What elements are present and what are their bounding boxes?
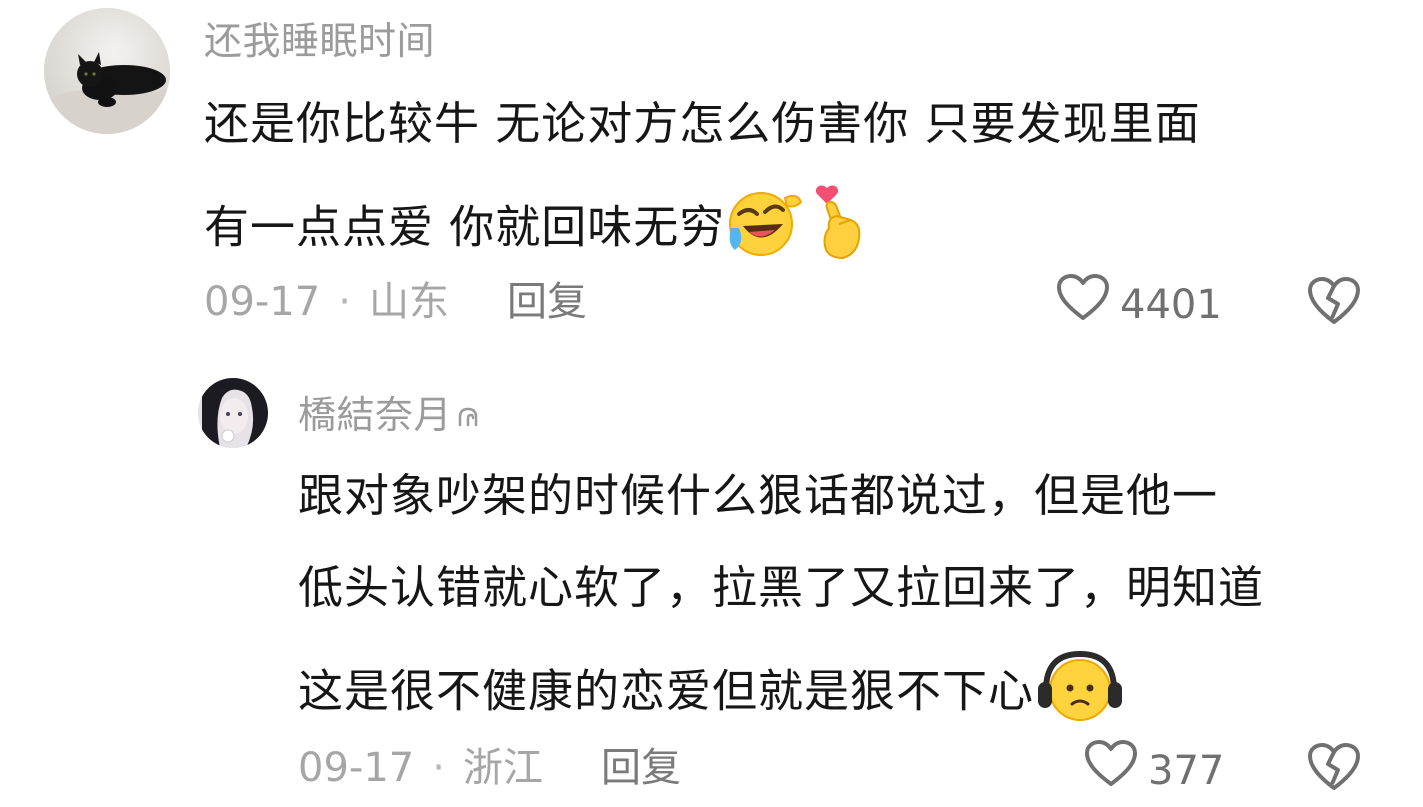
laughing-crying-emoji-icon [725,188,805,273]
comment-meta: 09-17 · 山东 回复 [204,278,587,326]
meta-separator: · [432,745,445,791]
broken-heart-icon [1308,743,1360,790]
comment-location: 山东 [368,279,449,325]
comment-text-line: 有一点点爱 你就回味无穷 [204,184,869,277]
black-cat-avatar-icon [44,8,170,134]
username-text: 橋結奈月 [298,393,453,437]
username[interactable]: 还我睡眠时间 [204,18,435,64]
avatar[interactable] [198,378,268,448]
comment-meta: 09-17 · 浙江 回复 [298,744,681,792]
heart-outline-icon [1084,740,1138,802]
avatar[interactable] [44,8,170,134]
comment-text-line: 跟对象吵架的时候什么狠话都说过，但是他一 [298,469,1219,522]
small-curl-icon [456,395,482,441]
finger-heart-emoji-icon [811,184,869,277]
heart-outline-icon [1056,274,1110,336]
like-count: 377 [1148,748,1225,794]
like-button[interactable]: 377 [1084,740,1224,802]
comment-1: 还我睡眠时间 还是你比较牛 无论对方怎么伤害你 只要发现里面 有一点点爱 你就回… [0,0,1423,360]
comment-date: 09-17 [298,745,415,791]
meta-separator: · [338,279,351,325]
comment-date: 09-17 [204,279,321,325]
like-count: 4401 [1120,282,1222,328]
comment-text-line-content: 有一点点爱 你就回味无穷 [204,200,726,254]
comment-location: 浙江 [462,745,543,791]
dislike-button[interactable] [1306,742,1362,792]
anime-girl-avatar-icon [198,378,268,448]
broken-heart-icon [1308,277,1360,324]
comment-text-line: 这是很不健康的恋爱但就是狠不下心 [298,648,1126,741]
reply-button[interactable]: 回复 [507,278,587,326]
like-button[interactable]: 4401 [1056,274,1222,336]
comment-2: 橋結奈月 跟对象吵架的时候什么狠话都说过，但是他一 低头认错就心软了，拉黑了又拉… [0,360,1423,807]
username[interactable]: 橋結奈月 [298,392,482,441]
comment-text-line: 还是你比较牛 无论对方怎么伤害你 只要发现里面 [204,97,1201,150]
comment-text-line: 低头认错就心软了，拉黑了又拉回来了，明知道 [298,561,1265,614]
headphones-face-emoji-icon [1034,648,1126,741]
dislike-button[interactable] [1306,276,1362,326]
comment-text-line-content: 这是很不健康的恋爱但就是狠不下心 [298,664,1035,718]
reply-button[interactable]: 回复 [601,744,681,792]
